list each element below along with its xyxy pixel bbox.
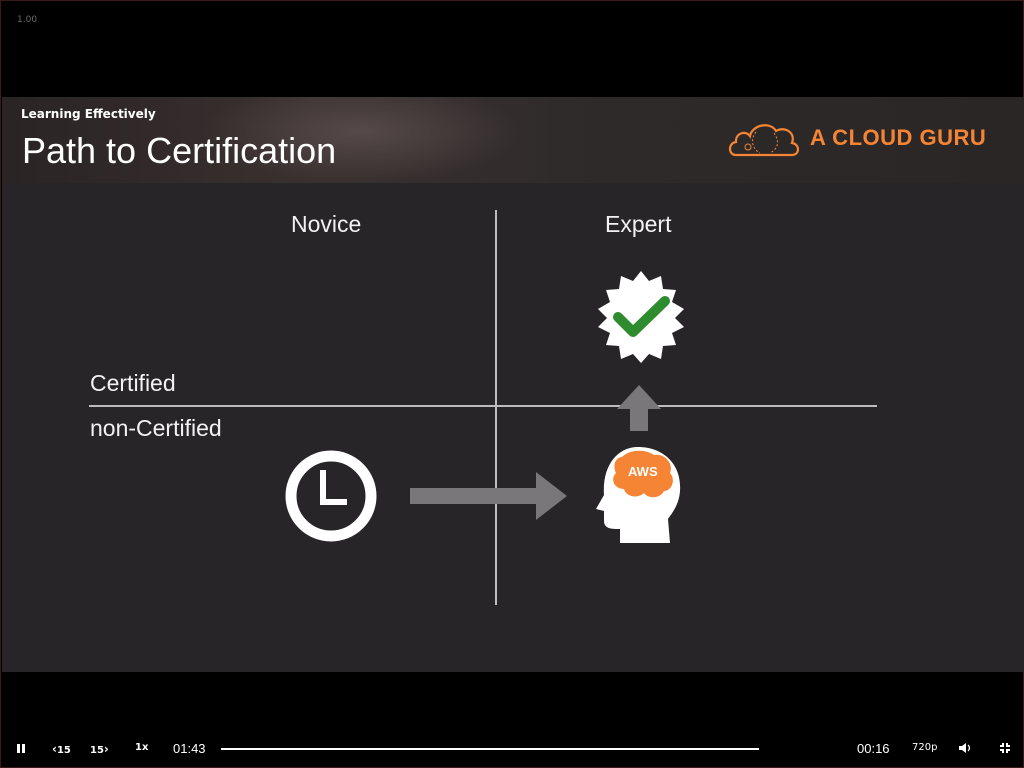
vertical-axis — [495, 210, 497, 605]
speed-button[interactable]: 1x — [135, 742, 148, 753]
volume-icon[interactable] — [958, 742, 972, 754]
up-arrow-icon — [617, 385, 661, 431]
a-cloud-guru-logo: A CLOUD GURU — [726, 117, 1006, 161]
slide-header: Learning Effectively Path to Certificati… — [2, 97, 1024, 183]
remaining-time: 00:16 — [857, 741, 890, 756]
clock-icon — [285, 450, 377, 542]
pause-icon[interactable] — [16, 743, 26, 755]
column-label-novice: Novice — [291, 211, 362, 237]
right-arrow-icon — [410, 472, 567, 520]
aws-head-icon — [596, 447, 681, 543]
progress-bar[interactable] — [221, 748, 759, 750]
cloud-logo-icon — [728, 124, 800, 157]
video-player[interactable]: 1.00 Learning Effectively Path to Certif… — [0, 0, 1024, 768]
slide: Learning Effectively Path to Certificati… — [2, 97, 1024, 672]
player-controls: ‹15 15› 1x 01:43 00:16 720p — [1, 735, 1024, 763]
forward-15-button[interactable]: 15› — [90, 742, 109, 756]
aws-badge-label: AWS — [628, 464, 658, 479]
exit-fullscreen-icon[interactable] — [999, 742, 1011, 754]
forward-chevron-icon: › — [103, 742, 109, 756]
elapsed-time: 01:43 — [173, 741, 206, 756]
speed-overlay: 1.00 — [17, 15, 38, 25]
column-label-expert: Expert — [605, 211, 672, 237]
row-label-certified: Certified — [90, 370, 176, 396]
rewind-15-button[interactable]: ‹15 — [52, 742, 71, 756]
slide-title: Path to Certification — [22, 130, 337, 171]
horizontal-axis — [89, 405, 877, 407]
logo-text: A CLOUD GURU — [810, 125, 987, 150]
rewind-label: 15 — [56, 745, 71, 756]
forward-label: 15 — [90, 745, 104, 756]
certified-badge-icon — [598, 271, 684, 363]
row-label-non-certified: non-Certified — [90, 415, 222, 441]
quality-button[interactable]: 720p — [912, 742, 937, 753]
slide-eyebrow: Learning Effectively — [21, 107, 156, 121]
